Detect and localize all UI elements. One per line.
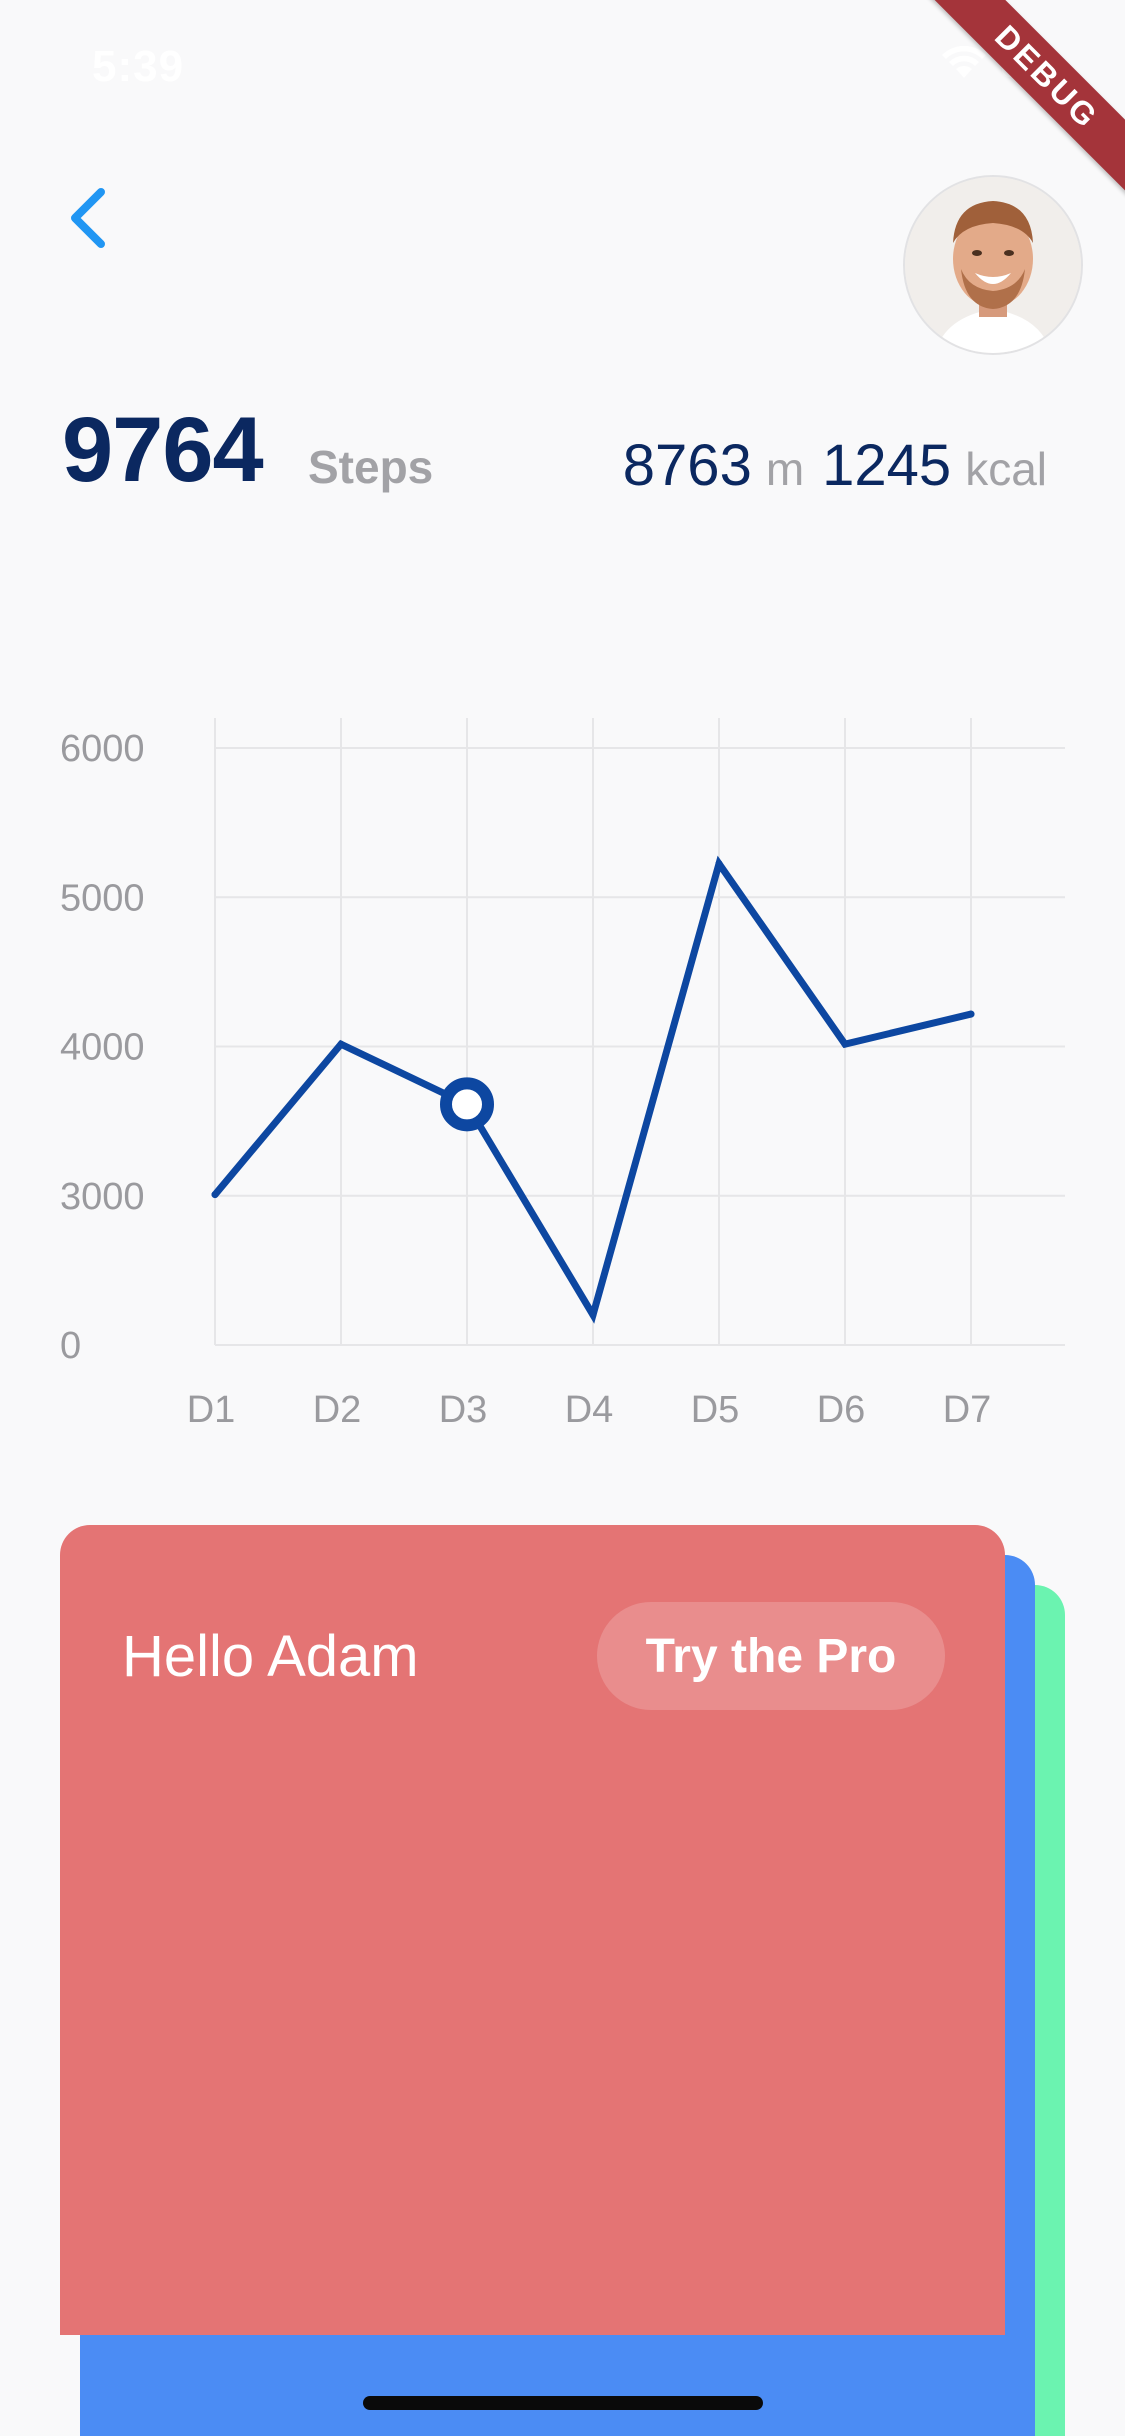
- x-tick-label: D2: [313, 1389, 362, 1431]
- user-avatar[interactable]: [903, 175, 1083, 355]
- data-point: [211, 1191, 219, 1199]
- home-indicator[interactable]: [363, 2396, 763, 2410]
- x-tick-label: D4: [565, 1389, 614, 1431]
- data-point: [589, 1311, 597, 1319]
- data-point: [715, 860, 723, 868]
- steps-label: Steps: [308, 441, 434, 493]
- calories-value: 1245: [822, 433, 952, 498]
- highlighted-point: [440, 1077, 494, 1132]
- secondary-stats: 8763 m 1245 kcal: [623, 432, 1047, 499]
- y-tick-label: 0: [60, 1325, 81, 1367]
- steps-count: 9764: [62, 399, 264, 501]
- x-tick-label: D7: [943, 1389, 992, 1431]
- card-greeting: Hello Adam: [122, 1624, 419, 1689]
- data-point: [967, 1010, 975, 1018]
- try-pro-button[interactable]: Try the Pro: [597, 1602, 945, 1710]
- x-tick-label: D6: [817, 1389, 866, 1431]
- x-tick-label: D3: [439, 1389, 488, 1431]
- steps-line-chart[interactable]: 0 3000 4000 5000 6000 D1 D2 D3 D4 D5 D6 D7: [0, 680, 1125, 1460]
- status-time: 5:39: [92, 42, 185, 91]
- calories-unit: kcal: [965, 443, 1047, 495]
- y-tick-label: 3000: [60, 1176, 145, 1218]
- user-avatar-photo: [905, 177, 1081, 353]
- data-point: [337, 1040, 345, 1048]
- distance-unit: m: [765, 443, 805, 495]
- back-button[interactable]: [52, 178, 122, 258]
- x-tick-label: D5: [691, 1389, 740, 1431]
- data-point: [841, 1040, 849, 1048]
- chevron-left-icon: [71, 188, 105, 248]
- y-tick-label: 5000: [60, 877, 145, 919]
- wifi-icon: [942, 46, 986, 78]
- distance-value: 8763: [622, 433, 752, 498]
- y-tick-label: 4000: [60, 1027, 145, 1069]
- x-tick-label: D1: [187, 1389, 236, 1431]
- y-tick-label: 6000: [60, 728, 145, 770]
- greeting-card[interactable]: Hello Adam Try the Pro: [60, 1525, 1005, 2335]
- activity-screen: 5:39 DEBUG 9764 Steps 8763 m 1245 kcal 0…: [0, 0, 1125, 2436]
